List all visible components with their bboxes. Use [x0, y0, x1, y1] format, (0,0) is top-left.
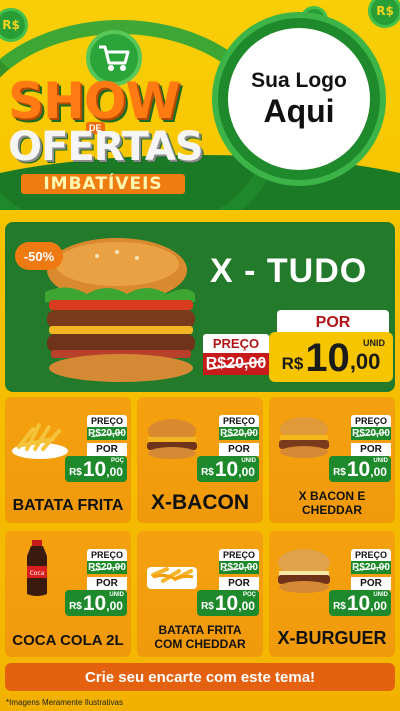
- logo-text-line2: Aqui: [263, 92, 335, 129]
- hero-product-name: X - TUDO: [210, 252, 368, 290]
- unit: UNID: [241, 458, 256, 464]
- coin-symbol: R$: [2, 18, 20, 32]
- unit: POÇ: [242, 592, 256, 598]
- coin-icon: R$: [368, 0, 400, 28]
- flyer-page: R$ R$ R$ SHOW DE OFERTAS IMBATÍVEIS Sua …: [0, 0, 400, 711]
- title-imbativeis: IMBATÍVEIS: [18, 171, 188, 197]
- hero-currency: R$: [281, 354, 304, 373]
- unit: POÇ: [110, 458, 124, 464]
- discount-badge: -50%: [15, 242, 63, 270]
- currency: R$: [333, 467, 346, 478]
- product-name: BATATA FRITA COM CHEDDAR: [154, 623, 246, 651]
- price-int: 10: [82, 458, 107, 481]
- old-price: R$20,00: [351, 427, 391, 440]
- hero-old-price-tag: PREÇO R$20,00: [203, 334, 269, 376]
- price-dec: ,00: [238, 599, 255, 613]
- price-tag: PREÇO R$20,00 POR R$ 10 ,00 UNID: [197, 415, 259, 482]
- product-card: Coca PREÇO R$20,00 POR R$ 10 ,00 UNID CO…: [5, 531, 131, 657]
- por-label: POR: [351, 577, 391, 590]
- preco-label: PREÇO: [351, 415, 391, 427]
- price-int: 10: [214, 458, 239, 481]
- price-int: 10: [346, 458, 371, 481]
- new-price: R$ 10 ,00 UNID: [197, 456, 259, 482]
- x-bacon-image: [147, 419, 197, 459]
- preco-label: PREÇO: [87, 549, 127, 561]
- svg-text:Coca: Coca: [30, 570, 45, 577]
- x-burguer-image: [278, 549, 330, 593]
- product-name: X-BURGUER: [277, 628, 387, 648]
- new-price: R$ 10 ,00 UNID: [329, 456, 391, 482]
- old-price: R$20,00: [87, 427, 127, 440]
- price-dec: ,00: [106, 465, 123, 479]
- price-tag: PREÇO R$20,00 POR R$ 10 ,00 UNID: [329, 415, 391, 482]
- currency: R$: [69, 601, 82, 612]
- hero-card: -50% X - TUDO PREÇO R$20,00 POR R$ 10 ,0…: [5, 222, 395, 392]
- new-price: R$ 10 ,00 UNID: [329, 590, 391, 616]
- por-label: POR: [351, 443, 391, 456]
- fries-image: [12, 423, 68, 459]
- footer-note: *Imagens Meramente Ilustrativas: [0, 694, 400, 711]
- unit: UNID: [109, 592, 124, 598]
- product-card: PREÇO R$20,00 POR R$ 10 ,00 UNID X-BACON: [137, 397, 263, 523]
- preco-label: PREÇO: [87, 415, 127, 427]
- por-label: POR: [219, 577, 259, 590]
- new-price: R$ 10 ,00 UNID: [65, 590, 127, 616]
- currency: R$: [201, 467, 214, 478]
- fries-cheddar-image: [147, 567, 197, 589]
- price-dec: ,00: [370, 465, 387, 479]
- price-dec: ,00: [238, 465, 255, 479]
- price-dec: ,00: [370, 599, 387, 613]
- price-dec: ,00: [106, 599, 123, 613]
- product-name: COCA COLA 2L: [12, 632, 124, 649]
- currency: R$: [333, 601, 346, 612]
- preco-label: PREÇO: [219, 415, 259, 427]
- hero-unit: UNID: [363, 338, 385, 348]
- new-price: R$ 10 ,00 POÇ: [65, 456, 127, 482]
- coin-icon: R$: [0, 8, 28, 42]
- hero-price-int: 10: [305, 336, 350, 380]
- price-tag: PREÇO R$20,00 POR R$ 10 ,00 UNID: [329, 549, 391, 616]
- create-flyer-button[interactable]: Crie seu encarte com este tema!: [5, 663, 395, 691]
- price-int: 10: [346, 592, 371, 615]
- coin-symbol: R$: [376, 4, 394, 18]
- old-price: R$20,00: [219, 561, 259, 574]
- new-price: R$ 10 ,00 POÇ: [197, 590, 259, 616]
- old-price: R$20,00: [351, 561, 391, 574]
- preco-label: PREÇO: [219, 549, 259, 561]
- product-card: PREÇO R$20,00 POR R$ 10 ,00 UNID X BACON…: [269, 397, 395, 523]
- product-name: X BACON E CHEDDAR: [298, 489, 366, 517]
- product-name: X-BACON: [151, 491, 249, 514]
- price-int: 10: [214, 592, 239, 615]
- old-price: R$20,00: [87, 561, 127, 574]
- hero-old-price: R$20,00: [203, 353, 269, 375]
- unit: UNID: [373, 458, 388, 464]
- price-tag: PREÇO R$20,00 POR R$ 10 ,00 POÇ: [197, 549, 259, 616]
- product-card: PREÇO R$20,00 POR R$ 10 ,00 POÇ BATATA F…: [5, 397, 131, 523]
- por-label: POR: [87, 577, 127, 590]
- por-label: POR: [219, 443, 259, 456]
- logo-text-line1: Sua Logo: [251, 68, 347, 92]
- header: R$ R$ R$ SHOW DE OFERTAS IMBATÍVEIS Sua …: [0, 0, 400, 210]
- currency: R$: [69, 467, 82, 478]
- product-card: PREÇO R$20,00 POR R$ 10 ,00 UNID X-BURGU…: [269, 531, 395, 657]
- product-name: BATATA FRITA: [12, 497, 124, 514]
- price-tag: PREÇO R$20,00 POR R$ 10 ,00 POÇ: [65, 415, 127, 482]
- coca-cola-image: Coca: [27, 540, 47, 596]
- preco-label: PREÇO: [351, 549, 391, 561]
- old-price: R$20,00: [219, 427, 259, 440]
- hero-preco-label: PREÇO: [203, 334, 269, 353]
- hero-price-dec: ,00: [349, 349, 381, 374]
- price-tag: PREÇO R$20,00 POR R$ 10 ,00 UNID: [65, 549, 127, 616]
- price-int: 10: [82, 592, 107, 615]
- product-card: PREÇO R$20,00 POR R$ 10 ,00 POÇ BATATA F…: [137, 531, 263, 657]
- por-label: POR: [87, 443, 127, 456]
- hero-price: R$ 10 ,00 UNID: [269, 332, 393, 382]
- unit: UNID: [373, 592, 388, 598]
- logo-placeholder: Sua Logo Aqui: [228, 28, 370, 170]
- title-ofertas: OFERTAS: [8, 124, 204, 170]
- currency: R$: [201, 601, 214, 612]
- x-bacon-cheddar-image: [279, 417, 329, 458]
